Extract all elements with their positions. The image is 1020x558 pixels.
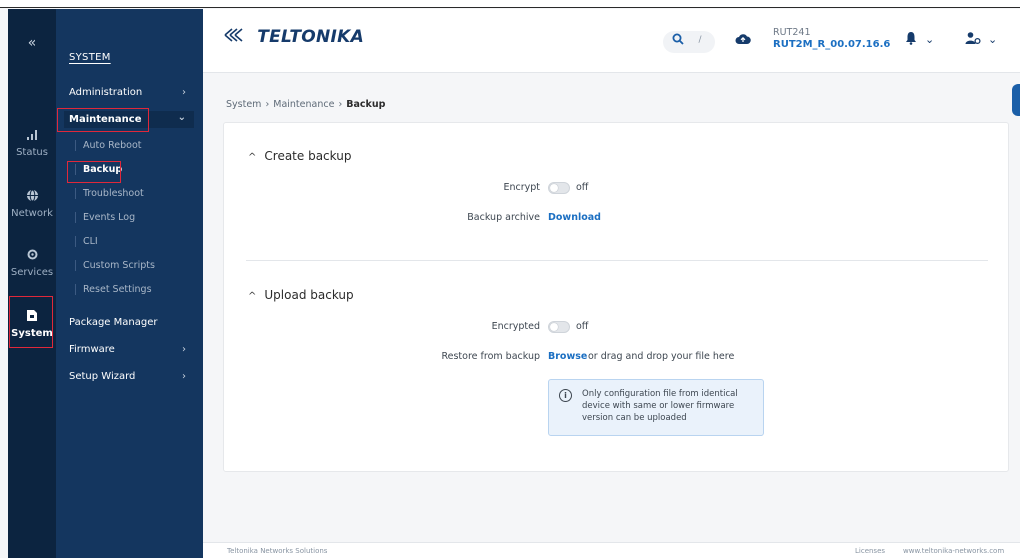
footer-company: Teltonika Networks Solutions bbox=[227, 547, 328, 555]
create-backup-header[interactable]: ^ Create backup bbox=[248, 149, 351, 163]
chevron-right-icon: › bbox=[182, 87, 186, 98]
section-title: Create backup bbox=[264, 149, 352, 163]
toggle-knob bbox=[550, 323, 558, 331]
breadcrumb-separator: › bbox=[265, 99, 270, 110]
gear-icon bbox=[8, 248, 56, 265]
top-header: TELTONIKA / RUT241 RUT2M_R_00.07.16.6 ⌄ … bbox=[203, 9, 1020, 73]
menu-item-firmware[interactable]: Firmware › bbox=[69, 344, 194, 355]
chevron-down-icon[interactable]: ⌄ bbox=[925, 33, 934, 46]
signal-icon bbox=[8, 129, 56, 145]
submenu-reset-settings[interactable]: Reset Settings bbox=[75, 284, 190, 295]
bell-icon[interactable] bbox=[905, 31, 917, 49]
menu-item-label: Administration bbox=[69, 87, 143, 98]
backup-archive-label: Backup archive bbox=[467, 212, 540, 223]
menu-item-label: Package Manager bbox=[69, 317, 158, 328]
submenu-troubleshoot[interactable]: Troubleshoot bbox=[75, 188, 190, 199]
breadcrumb-backup: Backup bbox=[346, 99, 386, 110]
side-panel-tab[interactable] bbox=[1012, 84, 1020, 116]
menu-item-label: Setup Wizard bbox=[69, 371, 136, 382]
toggle-knob bbox=[550, 184, 558, 192]
download-link[interactable]: Download bbox=[548, 212, 601, 223]
menu-item-administration[interactable]: Administration › bbox=[69, 87, 194, 98]
breadcrumb-separator: › bbox=[338, 99, 343, 110]
footer-licenses-link[interactable]: Licenses bbox=[855, 547, 885, 555]
highlight-backup bbox=[67, 161, 121, 183]
footer-website-link[interactable]: www.teltonika-networks.com bbox=[903, 547, 1004, 555]
system-submenu: SYSTEM Administration › Maintenance ⌄ Au… bbox=[56, 9, 203, 558]
breadcrumb-maintenance[interactable]: Maintenance bbox=[273, 99, 334, 110]
nav-services-label: Services bbox=[10, 267, 54, 278]
search-button[interactable]: / bbox=[663, 31, 715, 53]
nav-network-label: Network bbox=[11, 208, 53, 219]
nav-status[interactable]: Status bbox=[8, 129, 56, 158]
cloud-upload-icon[interactable] bbox=[735, 31, 751, 49]
encrypted-label: Encrypted bbox=[491, 321, 540, 332]
encrypted-value: off bbox=[576, 321, 589, 332]
chevron-down-icon: ⌄ bbox=[177, 112, 186, 123]
submenu-custom-scripts[interactable]: Custom Scripts bbox=[75, 260, 190, 271]
browse-link[interactable]: Browse bbox=[548, 351, 587, 362]
upload-backup-header[interactable]: ^ Upload backup bbox=[248, 288, 354, 302]
firmware-version[interactable]: RUT2M_R_00.07.16.6 bbox=[773, 39, 890, 50]
nav-status-label: Status bbox=[16, 147, 48, 158]
info-icon: i bbox=[559, 389, 572, 402]
submenu-cli[interactable]: CLI bbox=[75, 236, 190, 247]
search-icon bbox=[672, 33, 684, 49]
encrypt-label: Encrypt bbox=[503, 182, 540, 193]
collapse-icon[interactable]: « bbox=[8, 35, 56, 51]
breadcrumb-system[interactable]: System bbox=[226, 99, 261, 110]
logo-text: TELTONIKA bbox=[257, 27, 365, 47]
menu-item-setup-wizard[interactable]: Setup Wizard › bbox=[69, 371, 194, 382]
encrypted-toggle[interactable] bbox=[548, 321, 570, 333]
chevron-up-icon: ^ bbox=[248, 291, 257, 302]
menu-title: SYSTEM bbox=[69, 52, 111, 63]
main-nav-rail: « Status Network Services System bbox=[8, 9, 56, 558]
chevron-up-icon: ^ bbox=[248, 152, 257, 163]
menu-item-package-manager[interactable]: Package Manager bbox=[69, 317, 194, 328]
encrypt-toggle[interactable] bbox=[548, 182, 570, 194]
teltonika-logo[interactable]: TELTONIKA bbox=[223, 27, 364, 47]
submenu-auto-reboot[interactable]: Auto Reboot bbox=[75, 140, 190, 151]
footer: Teltonika Networks Solutions Licenses ww… bbox=[203, 542, 1020, 558]
section-divider bbox=[246, 260, 988, 261]
device-name: RUT241 bbox=[773, 27, 811, 38]
restore-hint: or drag and drop your file here bbox=[588, 351, 735, 362]
info-notice: i Only configuration file from identical… bbox=[548, 379, 764, 436]
chevron-right-icon: › bbox=[182, 344, 186, 355]
restore-label: Restore from backup bbox=[441, 351, 540, 362]
search-shortcut: / bbox=[698, 35, 702, 45]
breadcrumb: System › Maintenance › Backup bbox=[226, 99, 385, 110]
menu-item-label: Firmware bbox=[69, 344, 115, 355]
highlight-system bbox=[9, 296, 53, 348]
highlight-maintenance bbox=[57, 108, 149, 132]
info-text: Only configuration file from identical d… bbox=[582, 389, 738, 423]
chevron-down-icon[interactable]: ⌄ bbox=[988, 33, 997, 46]
user-settings-icon[interactable] bbox=[965, 31, 981, 49]
nav-services[interactable]: Services bbox=[8, 248, 56, 278]
nav-network[interactable]: Network bbox=[8, 189, 56, 219]
logo-mark-icon bbox=[223, 27, 255, 47]
submenu-events-log[interactable]: Events Log bbox=[75, 212, 190, 223]
encrypt-value: off bbox=[576, 182, 589, 193]
backup-card: ^ Create backup Encrypt off Backup archiv… bbox=[223, 122, 1009, 472]
top-edge bbox=[0, 0, 1020, 8]
chevron-right-icon: › bbox=[182, 371, 186, 382]
section-title: Upload backup bbox=[264, 288, 354, 302]
globe-icon bbox=[8, 189, 56, 206]
